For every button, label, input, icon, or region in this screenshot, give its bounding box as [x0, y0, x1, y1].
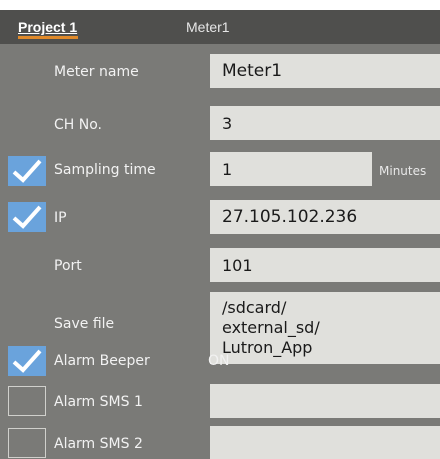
row-alarm-sms-1: Alarm SMS 1 — [0, 384, 440, 424]
tab-meter1-label: Meter1 — [186, 19, 230, 35]
meter-name-label: Meter name — [54, 64, 139, 80]
row-alarm-beeper: Alarm Beeper ON — [0, 344, 440, 384]
port-value: 101 — [222, 255, 253, 275]
tab-meter1[interactable]: Meter1 — [186, 10, 230, 44]
alarm-beeper-value[interactable]: ON — [208, 353, 230, 369]
save-file-label: Save file — [54, 316, 115, 332]
row-ip: IP 27.105.102.236 — [0, 198, 440, 244]
ch-no-input[interactable]: 3 — [210, 106, 440, 140]
save-file-line-2: external_sd/ — [222, 318, 320, 337]
ip-label: IP — [54, 210, 67, 226]
meter-name-input[interactable]: Meter1 — [210, 54, 440, 88]
ip-value: 27.105.102.236 — [222, 207, 358, 227]
tab-project-1-label: Project 1 — [18, 19, 78, 35]
settings-panel: Project 1 Meter1 Meter name Meter1 CH No… — [0, 10, 440, 459]
alarm-beeper-checkbox[interactable] — [8, 346, 46, 376]
meter-name-value: Meter1 — [222, 61, 283, 81]
ip-input[interactable]: 27.105.102.236 — [210, 200, 440, 234]
alarm-sms-2-input[interactable] — [210, 426, 440, 459]
port-input[interactable]: 101 — [210, 248, 440, 282]
row-sampling-time: Sampling time 1 Minutes — [0, 148, 440, 198]
checkmark-icon — [12, 159, 42, 183]
checkmark-icon — [12, 349, 42, 373]
ch-no-value: 3 — [222, 113, 233, 133]
ip-checkbox[interactable] — [8, 202, 46, 232]
ch-no-label: CH No. — [54, 117, 102, 133]
active-tab-indicator — [18, 36, 78, 39]
checkmark-icon — [12, 205, 42, 229]
alarm-sms-1-checkbox[interactable] — [8, 386, 46, 416]
sampling-time-value: 1 — [222, 159, 233, 179]
sampling-time-unit: Minutes — [379, 164, 427, 178]
tab-bar: Project 1 Meter1 — [0, 10, 440, 44]
sampling-time-input[interactable]: 1 — [210, 152, 372, 186]
row-port: Port 101 — [0, 244, 440, 288]
row-alarm-sms-2: Alarm SMS 2 — [0, 424, 440, 459]
sampling-time-checkbox[interactable] — [8, 156, 46, 186]
port-label: Port — [54, 258, 82, 274]
save-file-line-1: /sdcard/ — [222, 298, 287, 317]
row-meter-name: Meter name Meter1 — [0, 44, 440, 102]
sampling-time-label: Sampling time — [54, 162, 156, 178]
row-ch-no: CH No. 3 — [0, 102, 440, 148]
alarm-beeper-label: Alarm Beeper — [54, 353, 150, 369]
alarm-sms-1-input[interactable] — [210, 384, 440, 418]
alarm-sms-1-label: Alarm SMS 1 — [54, 394, 143, 410]
alarm-sms-2-label: Alarm SMS 2 — [54, 436, 143, 452]
alarm-sms-2-checkbox[interactable] — [8, 428, 46, 458]
top-strip — [0, 0, 440, 10]
